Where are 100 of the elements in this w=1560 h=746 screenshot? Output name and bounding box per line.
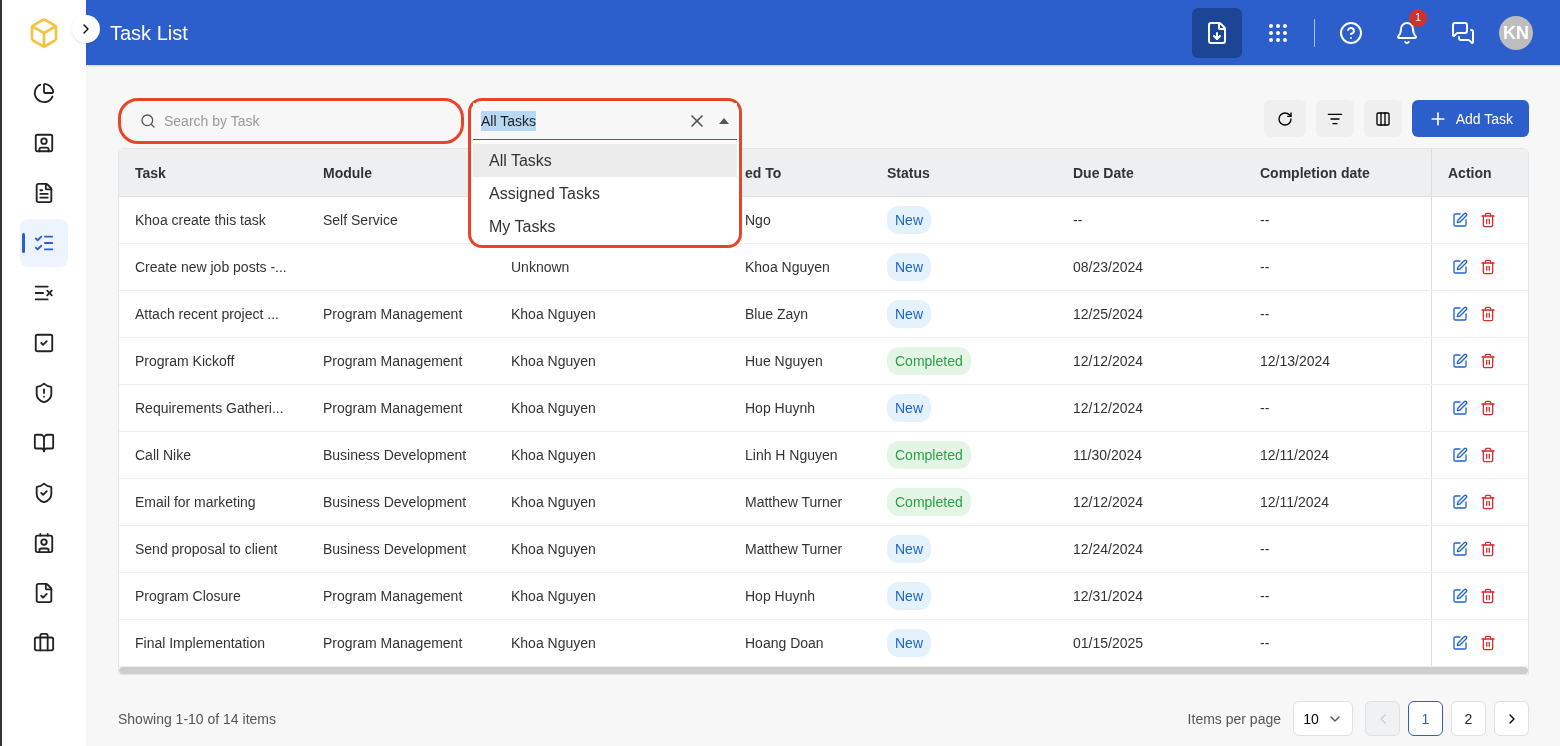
add-task-button[interactable]: Add Task [1411,100,1529,137]
trash-icon [1480,212,1496,228]
table-cell-text: Khoa Nguyen [511,352,596,371]
cube-logo-icon [28,16,60,49]
edit-button[interactable] [1452,259,1468,275]
column-header: Status [887,163,930,183]
table-cell-text: Khoa Nguyen [511,493,596,512]
table-cell-text: Send proposal to client [135,540,278,559]
edit-button[interactable] [1452,212,1468,228]
table-cell-text: Khoa Nguyen [745,258,830,277]
briefcase-icon [33,632,55,654]
edit-icon [1452,353,1468,369]
table-cell-text: 12/24/2024 [1073,540,1144,559]
file-download-icon [1205,20,1229,45]
table-cell-text: 08/23/2024 [1073,258,1144,277]
dropdown-option[interactable]: Assigned Tasks [473,177,737,210]
document-icon [33,182,55,204]
search-icon [140,113,156,129]
dropdown-option[interactable]: My Tasks [473,210,737,243]
table-cell-text: Program Kickoff [135,352,235,371]
table-cell-text: Hue Nguyen [745,352,823,371]
table-cell-text: Program Management [323,399,463,418]
page-title: Task List [110,20,188,46]
user-badge-icon [33,532,55,554]
trash-icon [1480,494,1496,510]
per-page-select[interactable]: 10 [1293,701,1353,736]
trash-icon [1480,400,1496,416]
contact-card-icon [33,132,55,154]
table-cell-text: Business Development [323,446,467,465]
book-icon [33,432,55,454]
column-header: Completion date [1260,163,1370,183]
columns-button[interactable] [1363,100,1402,137]
column-header: Action [1448,163,1492,183]
table-cell-text: Business Development [323,493,467,512]
selected-value: All Tasks [481,111,536,131]
edit-button[interactable] [1452,588,1468,604]
search-field[interactable]: Search by Task [118,98,464,144]
table-cell-text: -- [1260,634,1270,653]
delete-button[interactable] [1480,541,1496,557]
status-badge: New [887,582,931,610]
status-badge: New [887,206,931,234]
refresh-icon [1276,110,1293,127]
delete-button[interactable] [1480,306,1496,322]
table-cell-text: 12/31/2024 [1073,587,1144,606]
table-cell-text: Khoa Nguyen [511,446,596,465]
table-cell-text: 12/12/2024 [1073,493,1144,512]
edit-icon [1452,541,1468,557]
next-page-button[interactable] [1494,701,1529,736]
page-button[interactable]: 1 [1408,701,1443,736]
page-button[interactable]: 2 [1451,701,1486,736]
edit-button[interactable] [1452,494,1468,510]
table-cell-text: -- [1260,211,1270,230]
export-button[interactable] [1192,7,1242,58]
edit-icon [1452,447,1468,463]
items-summary: Showing 1-10 of 14 items [118,709,276,729]
trash-icon [1480,635,1496,651]
delete-button[interactable] [1480,259,1496,275]
edit-icon [1452,635,1468,651]
delete-button[interactable] [1480,212,1496,228]
table-cell-text: Linh H Nguyen [745,446,838,465]
table-cell-text: Program Management [323,305,463,324]
table-cell-text: Matthew Turner [745,493,843,512]
edit-button[interactable] [1452,447,1468,463]
filter-button[interactable] [1315,100,1354,137]
bell-icon [1395,20,1419,45]
expand-button[interactable] [72,15,100,43]
dropdown-option[interactable]: All Tasks [473,144,737,177]
delete-button[interactable] [1480,588,1496,604]
edit-button[interactable] [1452,400,1468,416]
trash-icon [1480,541,1496,557]
table-cell-text: Khoa Nguyen [511,587,596,606]
edit-button[interactable] [1452,306,1468,322]
notification-badge: 1 [1409,8,1427,27]
table-cell-text: -- [1260,305,1270,324]
table-cell-text: Blue Zayn [745,305,809,324]
delete-button[interactable] [1480,400,1496,416]
table-cell-text: 11/30/2024 [1073,446,1143,465]
delete-button[interactable] [1480,353,1496,369]
active-indicator [22,233,25,253]
task-filter-select[interactable]: All Tasks [473,103,737,140]
status-badge: Completed [887,347,971,375]
edit-icon [1452,400,1468,416]
edit-button[interactable] [1452,353,1468,369]
chat-icon [1451,20,1475,45]
table-cell-text: 12/25/2024 [1073,305,1144,324]
delete-button[interactable] [1480,447,1496,463]
edit-button[interactable] [1452,541,1468,557]
file-check-icon [33,582,55,604]
edit-icon [1452,306,1468,322]
table-cell-text: Requirements Gatheri... [135,399,284,418]
delete-button[interactable] [1480,494,1496,510]
status-badge: New [887,535,931,563]
edit-icon [1452,494,1468,510]
table-cell-text: Hoang Doan [745,634,824,653]
pie-chart-icon [33,82,55,104]
search-input[interactable]: Search by Task [164,111,442,131]
table-cell-text: -- [1260,258,1270,277]
edit-button[interactable] [1452,635,1468,651]
delete-button[interactable] [1480,635,1496,651]
refresh-button[interactable] [1263,100,1306,137]
